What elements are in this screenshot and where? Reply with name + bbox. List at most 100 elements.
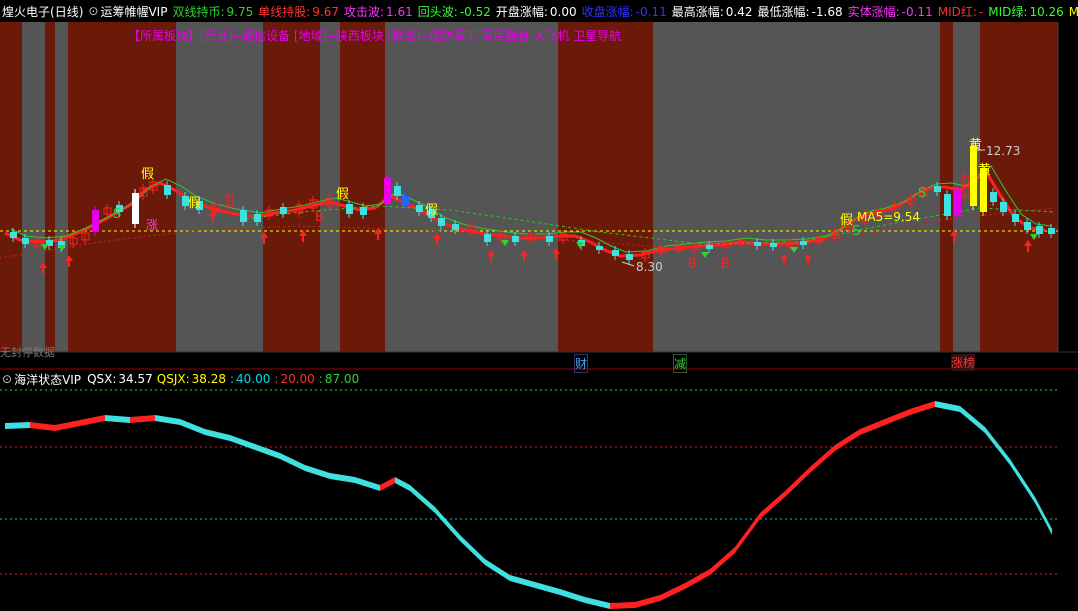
- sub-ribbon-segment: [685, 569, 710, 589]
- ma5-label: MA5=9.54: [857, 210, 920, 224]
- candle-body: [438, 218, 445, 226]
- sub-ribbon-segment: [510, 575, 535, 588]
- sub-ribbon-segment: [80, 415, 105, 426]
- sub-item-label: :: [318, 372, 323, 386]
- sub-item-label: QSX:: [87, 372, 117, 386]
- candle-body: [346, 204, 353, 214]
- sub-ribbon-segment: [280, 453, 305, 471]
- surge-label: 涨: [146, 218, 159, 232]
- candle-body: [10, 232, 17, 238]
- collapse-icon-2[interactable]: ⊙: [2, 372, 12, 386]
- zone-band: [68, 22, 176, 352]
- sub-ribbon-segment: [960, 406, 985, 433]
- zone-band: [653, 22, 940, 352]
- sub-ribbon-segment: [155, 415, 180, 425]
- sub-ribbon-segment: [635, 595, 660, 608]
- sub-item-label: :: [274, 372, 279, 386]
- candle-body: [706, 245, 713, 249]
- sub-indicator-name[interactable]: 海洋状态VIP: [14, 371, 81, 388]
- candle-body: [1048, 228, 1055, 234]
- candle-body: [934, 186, 941, 192]
- candle-body: [22, 238, 29, 244]
- candle-body: [596, 246, 603, 250]
- sub-item-value: 40.00: [236, 372, 271, 386]
- candle-body: [132, 193, 139, 224]
- candle-body: [512, 236, 519, 242]
- zone-band: [0, 22, 22, 352]
- candle-body: [970, 146, 977, 206]
- sub-ribbon-segment: [610, 602, 635, 609]
- candle-body: [360, 207, 367, 215]
- candle-body: [254, 214, 261, 222]
- fake-label: 假: [141, 167, 154, 182]
- candle-body: [770, 243, 777, 247]
- no-data-text: 无封停数据: [0, 346, 55, 359]
- sub-item-value: 87.00: [324, 372, 360, 386]
- zone-band: [45, 22, 55, 352]
- candle-body: [164, 185, 171, 195]
- candle-body: [240, 210, 247, 222]
- kline-chart[interactable]: 假假假假假SSSBB B: [0, 0, 1078, 611]
- sub-ribbon-segment: [735, 513, 760, 553]
- sub-item-value: 34.57: [118, 372, 153, 386]
- sub-indicator-header: ⊙ 海洋状态VIP QSX: 34.57 QSJX: 38.28:40.00:20.0…: [0, 370, 1078, 388]
- sub-ribbon-segment: [5, 422, 30, 429]
- sub-ribbon-segment: [130, 415, 155, 423]
- sell-label: S: [113, 207, 121, 222]
- high-price-label: 12.73: [986, 144, 1021, 158]
- sub-ribbon-segment: [560, 589, 585, 603]
- candle-body: [626, 254, 633, 260]
- sub-ribbon-segment: [410, 485, 435, 513]
- zone-band: [176, 22, 263, 352]
- candle-body: [1036, 226, 1043, 234]
- sub-item: :40.00: [230, 372, 270, 386]
- candle-body: [452, 224, 459, 230]
- sector-info: 【所属板块】[行业]--通信设备 [地域]--陕西板块 [概念]--国防军工 军…: [128, 29, 622, 43]
- sell-label: S: [918, 186, 926, 201]
- sub-item-label: QSJX:: [156, 372, 190, 386]
- sub-item: QSX: 34.57: [87, 372, 153, 386]
- sub-ribbon-segment: [55, 420, 80, 431]
- event-marker-rank[interactable]: 涨榜: [951, 354, 976, 371]
- sub-ribbon-segment: [460, 535, 485, 565]
- zone-band: [980, 22, 1058, 352]
- fake-label: 假: [188, 196, 201, 211]
- sub-ribbon-segment: [885, 409, 910, 425]
- sub-ribbon-segment: [485, 559, 510, 581]
- candle-body: [384, 178, 391, 204]
- candle-body: [484, 234, 491, 242]
- sub-ribbon-segment: [1010, 459, 1035, 503]
- sub-ribbon-segment: [30, 422, 55, 431]
- sub-ribbon-segment: [785, 467, 810, 497]
- candle-body: [1012, 214, 1019, 222]
- buy-label: B: [315, 210, 324, 225]
- candle-body: [416, 205, 423, 212]
- sub-ribbon-segment: [585, 597, 610, 609]
- sub-ribbon-segment: [380, 477, 395, 491]
- candle-body: [1024, 222, 1031, 230]
- zone-band: [55, 22, 68, 352]
- sub-ribbon-segment: [835, 429, 860, 451]
- sub-ribbon-segment: [660, 583, 685, 601]
- sub-item-value: 20.00: [280, 372, 315, 386]
- sub-ribbon-segment: [935, 401, 960, 412]
- sub-ribbon-segment: [810, 445, 835, 473]
- sub-ribbon-segment: [760, 491, 785, 519]
- buy-label: B: [721, 257, 730, 272]
- candle-body: [402, 196, 409, 206]
- sub-ribbon-segment: [105, 415, 130, 423]
- low-price-label: 8.30: [636, 260, 663, 274]
- sub-ribbon-segment: [535, 582, 560, 595]
- candle-body: [800, 241, 807, 245]
- candle-body: [754, 242, 761, 246]
- candle-body: [92, 210, 99, 232]
- candle-body: [394, 186, 401, 196]
- candle-body: [1000, 202, 1007, 212]
- candle-body: [280, 207, 287, 214]
- sub-item-value: 38.28: [191, 372, 226, 386]
- candle-body: [954, 190, 961, 216]
- sub-ribbon-segment: [355, 477, 380, 491]
- sub-indicator-chart: [0, 389, 1058, 609]
- sub-item: :87.00: [319, 372, 359, 386]
- sub-ribbon-segment: [180, 419, 205, 435]
